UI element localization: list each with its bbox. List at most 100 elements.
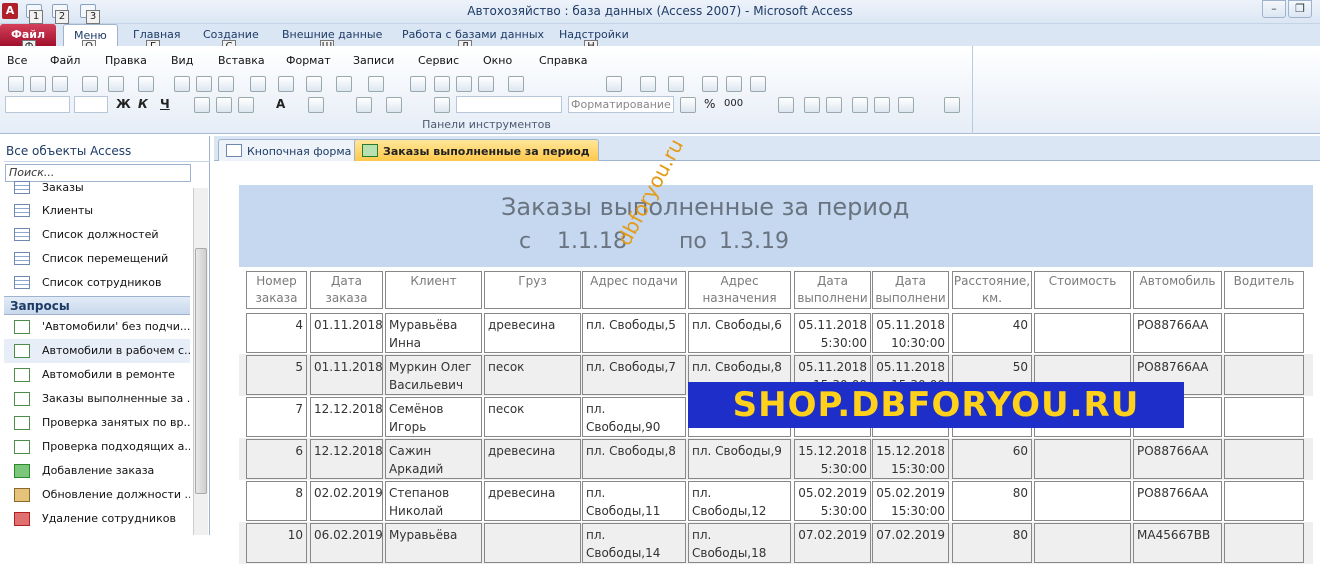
print-icon[interactable] (82, 76, 98, 92)
table-cell: РО88766АА (1133, 313, 1222, 353)
font-combo[interactable] (5, 96, 70, 113)
menu-edit[interactable]: Правка (105, 54, 147, 67)
nav-item-table[interactable]: Список сотрудников (4, 271, 190, 295)
open-icon[interactable] (30, 76, 46, 92)
decrease-indent-icon[interactable] (852, 97, 868, 113)
alt-row-color-icon[interactable] (386, 97, 402, 113)
menu-insert[interactable]: Вставка (218, 54, 265, 67)
table-cell: 07.02.2019 (794, 523, 871, 563)
nav-item-query[interactable]: Автомобили в ремонте (4, 363, 190, 387)
increase-indent-icon[interactable] (874, 97, 890, 113)
align-center-icon[interactable] (216, 97, 232, 113)
menu-file[interactable]: Файл (50, 54, 80, 67)
nav-item-query[interactable]: Удаление сотрудников (4, 507, 190, 531)
cut-icon[interactable] (174, 76, 190, 92)
nav-item-query[interactable]: Добавление заказа (4, 459, 190, 483)
filter-form-icon[interactable] (640, 76, 656, 92)
redo-icon[interactable] (306, 76, 322, 92)
object-combo[interactable] (456, 96, 562, 113)
query-icon (14, 392, 30, 406)
format-combo[interactable]: Форматирование (568, 96, 674, 113)
relationships-icon[interactable] (456, 76, 472, 92)
nav-item-query[interactable]: Обновление должности ... (4, 483, 190, 507)
nav-item-query[interactable]: 'Автомобили' без подчи... (4, 315, 190, 339)
nav-scrollbar[interactable] (193, 188, 208, 535)
window-title: Автохозяйство : база данных (Access 2007… (467, 4, 853, 18)
analyze-icon[interactable] (368, 76, 384, 92)
increase-decimal-icon[interactable] (778, 97, 794, 113)
nav-item-query[interactable]: Автомобили в рабочем с... (4, 339, 190, 363)
fill-bucket-icon[interactable] (308, 97, 324, 113)
table-cell: Муравьёва Инна (385, 313, 482, 353)
query-icon (14, 416, 30, 430)
nav-item-table[interactable]: Клиенты (4, 199, 190, 223)
menu-all[interactable]: Все (7, 54, 27, 67)
bullets-icon[interactable] (804, 97, 820, 113)
undo-icon[interactable] (278, 76, 294, 92)
nav-item-query[interactable]: Заказы выполненные за ... (4, 387, 190, 411)
table-cell (1224, 439, 1304, 479)
tab-orders-report[interactable]: Заказы выполненные за период (354, 139, 599, 161)
align-right-icon[interactable] (238, 97, 254, 113)
nav-item-table[interactable]: Заказы (4, 176, 190, 200)
numbering-icon[interactable] (826, 97, 842, 113)
filter-selection-icon[interactable] (606, 76, 622, 92)
properties-icon[interactable] (434, 76, 450, 92)
table-cell: Муравьёва (385, 523, 482, 563)
apply-filter-icon[interactable] (668, 76, 684, 92)
delete-record-icon[interactable] (750, 76, 766, 92)
minimize-button[interactable]: – (1262, 0, 1286, 18)
font-size-combo[interactable] (74, 96, 108, 113)
nav-item-query[interactable]: Проверка занятых по вр... (4, 411, 190, 435)
report-header: Заказы выполненные за период с 1.1.18 по… (239, 185, 1313, 267)
copy-icon[interactable] (196, 76, 212, 92)
tab-switchboard-form[interactable]: Кнопочная форма (218, 139, 361, 161)
new-icon[interactable] (8, 76, 24, 92)
menu-records[interactable]: Записи (353, 54, 394, 67)
table-cell: Степанов Николай (385, 481, 482, 521)
underline-button[interactable]: Ч (160, 97, 170, 111)
object-icon[interactable] (434, 97, 450, 113)
nav-title[interactable]: Все объекты Access (6, 144, 131, 158)
print-preview-icon[interactable] (108, 76, 124, 92)
currency-icon[interactable] (680, 97, 696, 113)
code-icon[interactable] (410, 76, 426, 92)
paste-icon[interactable] (218, 76, 234, 92)
paragraph-icon[interactable] (944, 97, 960, 113)
nav-item-table[interactable]: Список должностей (4, 223, 190, 247)
find-icon[interactable] (702, 76, 718, 92)
text-direction-icon[interactable] (898, 97, 914, 113)
percent-button[interactable]: % (704, 97, 715, 111)
spelling-icon[interactable] (138, 76, 154, 92)
bold-button[interactable]: Ж (116, 97, 131, 111)
menu-view[interactable]: Вид (171, 54, 193, 67)
nav-group-queries[interactable]: Запросы (4, 296, 190, 315)
table-cell: 10 (246, 523, 307, 563)
save-icon[interactable] (52, 76, 68, 92)
align-left-icon[interactable] (194, 97, 210, 113)
new-record-icon[interactable] (726, 76, 742, 92)
column-header: Дата выполнени (872, 271, 949, 309)
gridlines-icon[interactable] (356, 97, 372, 113)
font-color-button[interactable]: A (276, 97, 285, 111)
restore-button[interactable]: ❐ (1288, 0, 1312, 18)
thousands-button[interactable]: 000 (724, 98, 743, 109)
table-cell (1224, 523, 1304, 563)
nav-item-query[interactable]: Проверка подходящих а... (4, 435, 190, 459)
tab-database-tools[interactable]: Работа с базами данных (402, 28, 544, 41)
format-painter-icon[interactable] (250, 76, 266, 92)
nav-item-table[interactable]: Список перемещений (4, 247, 190, 271)
nav-scroll-thumb[interactable] (195, 248, 207, 494)
fill-color-icon[interactable] (508, 76, 524, 92)
office-links-icon[interactable] (336, 76, 352, 92)
document-tabs: Кнопочная форма Заказы выполненные за пе… (214, 136, 1320, 161)
table-cell: 8 (246, 481, 307, 521)
italic-button[interactable]: К (138, 97, 148, 111)
table-cell: пл. Свободы,9 (688, 439, 791, 479)
menu-tools[interactable]: Сервис (418, 54, 459, 67)
menu-format[interactable]: Формат (286, 54, 331, 67)
new-object-icon[interactable] (478, 76, 494, 92)
menu-window[interactable]: Окно (483, 54, 512, 67)
table-cell: песок (484, 355, 581, 395)
menu-help[interactable]: Справка (539, 54, 587, 67)
